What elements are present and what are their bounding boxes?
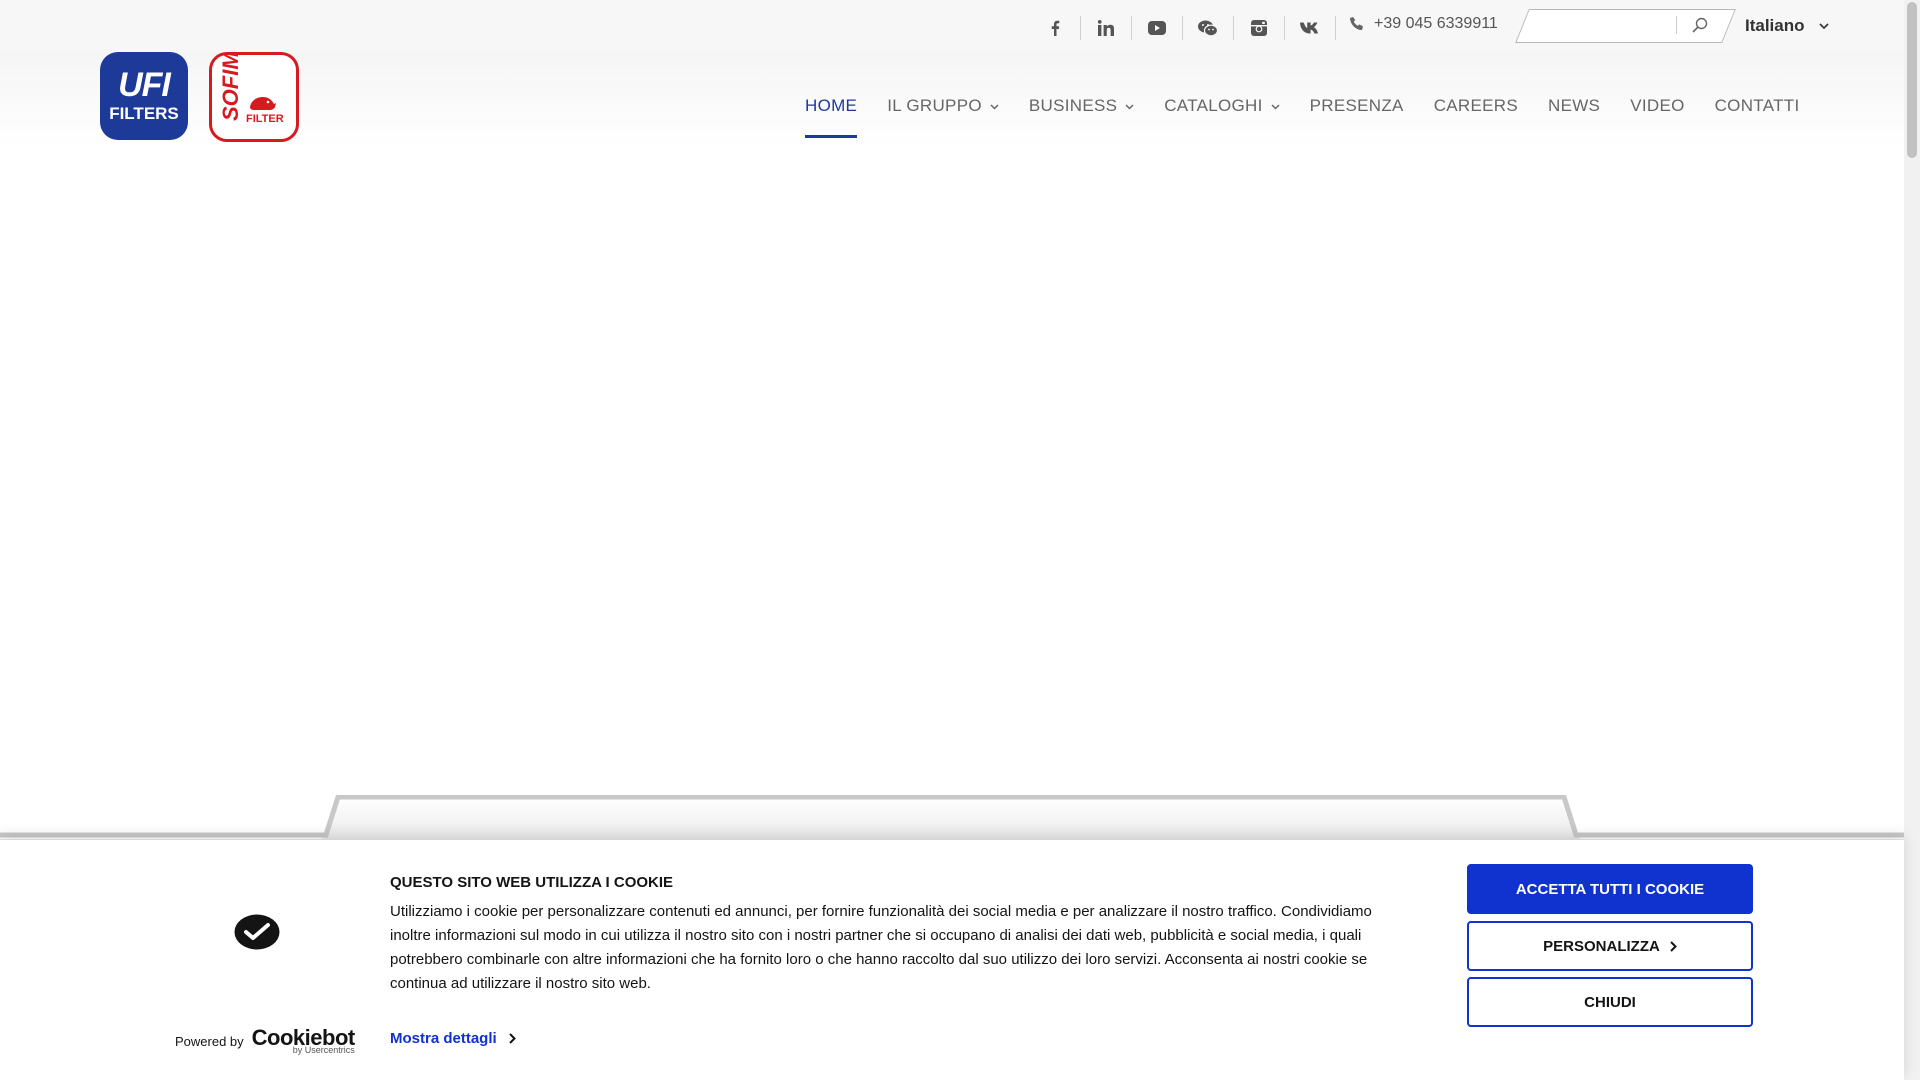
- language-label: Italiano: [1745, 16, 1805, 35]
- close-cookie-banner-button[interactable]: CHIUDI: [1467, 977, 1753, 1027]
- nav-item-presenza[interactable]: PRESENZA: [1295, 96, 1419, 138]
- social-links: [1030, 16, 1336, 40]
- facebook-link[interactable]: [1030, 16, 1081, 40]
- chevron-right-icon: [1670, 940, 1677, 952]
- cookie-text: Utilizziamo i cookie per personalizzare …: [390, 903, 1372, 992]
- wechat-link[interactable]: [1183, 16, 1234, 40]
- phone-contact[interactable]: +39 045 6339911: [1350, 15, 1498, 33]
- powered-by-label: Powered by: [175, 1034, 244, 1049]
- instagram-icon: [1251, 20, 1267, 36]
- search-icon: [1692, 17, 1708, 33]
- sofima-rhino-icon: [250, 97, 276, 110]
- linkedin-icon: [1098, 20, 1114, 36]
- show-details-label: Mostra dettagli: [390, 1030, 497, 1047]
- sofima-logo-subtext: FILTER: [246, 113, 284, 125]
- facebook-icon: [1051, 20, 1060, 36]
- youtube-link[interactable]: [1132, 16, 1183, 40]
- sofima-logo-text: SOFIMA: [218, 52, 243, 121]
- nav-item-news[interactable]: NEWS: [1533, 96, 1615, 138]
- accept-label: ACCETTA TUTTI I COOKIE: [1515, 880, 1705, 898]
- scrollbar-thumb[interactable]: [1907, 2, 1917, 158]
- nav-item-careers[interactable]: CAREERS: [1419, 96, 1533, 138]
- wechat-icon: [1198, 20, 1218, 36]
- nav-label: CONTATTI: [1714, 96, 1800, 115]
- search-separator: [1676, 16, 1677, 34]
- chevron-down-icon: [1271, 104, 1280, 110]
- sofima-filter-logo[interactable]: SOFIMA FILTER: [209, 52, 299, 142]
- show-details-link[interactable]: Mostra dettagli: [390, 1030, 516, 1047]
- nav-label: CAREERS: [1433, 96, 1518, 115]
- nav-item-video[interactable]: VIDEO: [1615, 96, 1699, 138]
- ufi-logo-subtext: FILTERS: [109, 104, 179, 123]
- top-utility-bar: +39 045 6339911 Italiano: [0, 0, 1904, 52]
- page-scrollbar[interactable]: [1904, 0, 1920, 1080]
- nav-label: BUSINESS: [1028, 96, 1118, 115]
- hero-tab-shape: [0, 795, 1904, 840]
- youtube-icon: [1148, 21, 1166, 35]
- ufi-filters-logo[interactable]: UFI FILTERS: [100, 52, 188, 140]
- nav-item-il-gruppo[interactable]: IL GRUPPO: [872, 96, 1014, 138]
- accept-all-cookies-button[interactable]: ACCETTA TUTTI I COOKIE: [1467, 864, 1753, 914]
- chevron-down-icon: [990, 104, 999, 110]
- nav-label: HOME: [805, 96, 858, 115]
- close-label: CHIUDI: [1584, 993, 1636, 1011]
- customize-label: PERSONALIZZA: [1543, 937, 1660, 955]
- hero-slider-area: [0, 148, 1904, 838]
- nav-item-business[interactable]: BUSINESS: [1014, 96, 1149, 138]
- cookiebot-brand: Cookiebot by Usercentrics: [252, 1027, 356, 1056]
- customize-cookies-button[interactable]: PERSONALIZZA: [1467, 921, 1753, 971]
- search-button[interactable]: [1688, 15, 1712, 35]
- vk-link[interactable]: [1285, 16, 1336, 40]
- nav-item-home[interactable]: HOME: [790, 96, 872, 138]
- chevron-down-icon: [1818, 22, 1829, 29]
- cookie-consent-banner: Powered by Cookiebot by Usercentrics QUE…: [0, 840, 1904, 1080]
- nav-label: NEWS: [1548, 96, 1601, 115]
- language-selector[interactable]: Italiano: [1745, 16, 1829, 36]
- instagram-link[interactable]: [1234, 16, 1285, 40]
- nav-label: IL GRUPPO: [887, 96, 982, 115]
- phone-icon: [1350, 17, 1363, 31]
- search-input[interactable]: [1536, 13, 1690, 39]
- powered-by-cookiebot[interactable]: Powered by Cookiebot by Usercentrics: [175, 1027, 356, 1056]
- chevron-down-icon: [1125, 104, 1134, 110]
- cookie-title: QUESTO SITO WEB UTILIZZA I COOKIE: [390, 874, 674, 891]
- cookiebot-logo-icon: [234, 914, 280, 950]
- phone-number: +39 045 6339911: [1374, 15, 1498, 32]
- main-navigation: HOME IL GRUPPO BUSINESS CATALOGHI PRESEN…: [790, 96, 1814, 138]
- nav-item-contatti[interactable]: CONTATTI: [1700, 96, 1815, 138]
- chevron-right-icon: [508, 1033, 516, 1044]
- nav-item-cataloghi[interactable]: CATALOGHI: [1149, 96, 1294, 138]
- search-form: [1515, 9, 1736, 43]
- ufi-logo-text: UFI: [118, 66, 171, 104]
- vk-icon: [1300, 22, 1318, 34]
- nav-label: PRESENZA: [1309, 96, 1404, 115]
- nav-label: VIDEO: [1630, 96, 1685, 115]
- nav-label: CATALOGHI: [1164, 96, 1263, 115]
- linkedin-link[interactable]: [1081, 16, 1132, 40]
